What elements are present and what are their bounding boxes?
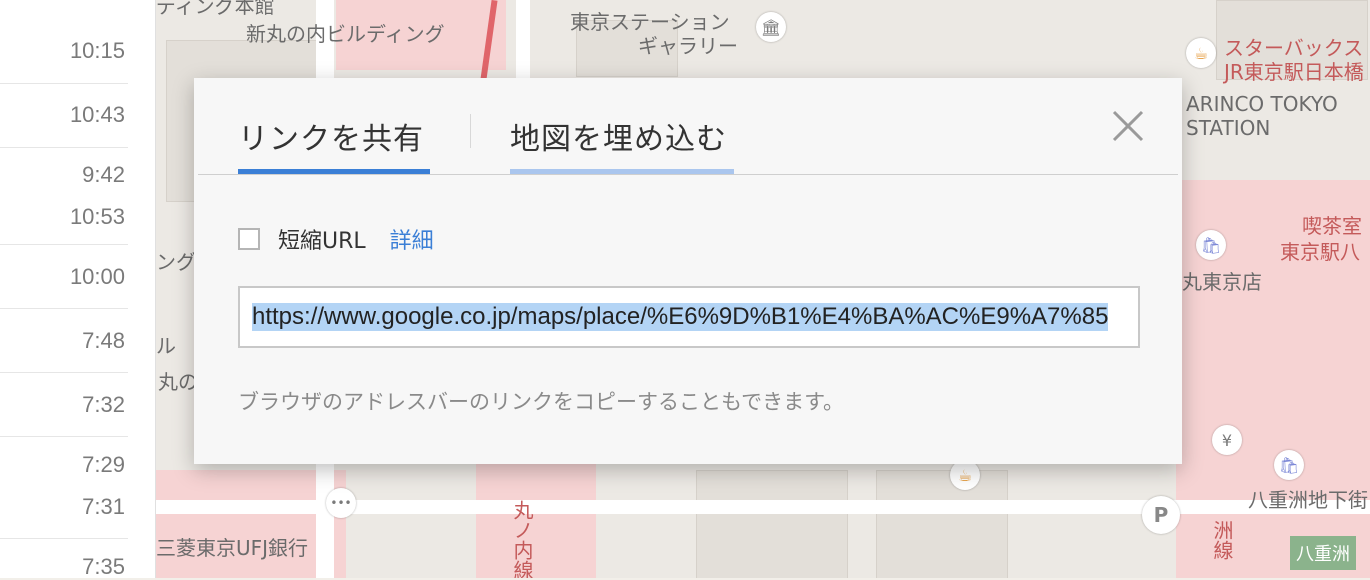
short-url-checkbox[interactable] — [238, 228, 260, 250]
map-label: ディング本館 — [156, 0, 275, 18]
tab-divider — [470, 114, 471, 148]
shopping-bag-icon[interactable]: 🛍 — [1274, 450, 1304, 480]
cafe-icon[interactable]: ☕ — [950, 460, 980, 490]
cafe-icon[interactable]: ☕ — [1186, 38, 1216, 68]
divider — [0, 147, 128, 148]
divider — [0, 436, 128, 437]
share-url-field[interactable]: https://www.google.co.jp/maps/place/%E6%… — [238, 286, 1140, 348]
time-entry: 7:29 — [82, 452, 125, 477]
header-divider — [198, 174, 1178, 175]
road — [516, 0, 530, 80]
map-label: JR東京駅日本橋 — [1224, 60, 1364, 84]
divider — [0, 372, 128, 373]
time-entry: 7:32 — [82, 392, 125, 417]
time-entry: 10:00 — [69, 264, 125, 289]
time-entry: 10:43 — [69, 102, 125, 127]
timeline-panel: 10:15 10:43 9:42 10:53 10:00 7:48 7:32 7… — [0, 0, 156, 579]
time-entry: 7:48 — [82, 328, 125, 353]
map-label: ング — [156, 250, 196, 274]
museum-icon[interactable]: 🏛 — [756, 12, 786, 42]
map-label: 八重洲地下街 — [1248, 488, 1368, 512]
time-entry: 10:53 — [69, 204, 125, 229]
time-entry: 10:15 — [69, 38, 125, 63]
map-label: 新丸の内ビルディング — [246, 22, 445, 46]
time-entry: 7:31 — [82, 494, 125, 519]
close-icon — [1112, 110, 1144, 142]
map-label: 三菱東京UFJ銀行 — [156, 536, 309, 560]
building-block — [696, 470, 848, 578]
parking-icon[interactable]: P — [1142, 496, 1180, 534]
shopping-bag-icon[interactable]: 🛍 — [1196, 230, 1226, 260]
close-button[interactable] — [1106, 104, 1150, 148]
map-label: 丸ノ内線 — [510, 500, 534, 578]
yen-icon[interactable]: ¥ — [1212, 425, 1242, 455]
time-entry: 7:35 — [82, 554, 125, 579]
map-label: ARINCO TOKYO — [1186, 92, 1338, 116]
divider — [0, 83, 128, 84]
map-label: ギャラリー — [638, 34, 738, 58]
details-link[interactable]: 詳細 — [390, 223, 434, 255]
traffic-light-icon: ••• — [326, 488, 356, 518]
map-label: 喫茶室 — [1302, 214, 1362, 238]
divider — [0, 244, 128, 245]
station-badge: 八重洲 — [1290, 536, 1356, 570]
time-entry: 9:42 — [82, 162, 125, 187]
map-label: 丸東京店 — [1182, 270, 1262, 294]
short-url-row: 短縮URL 詳細 — [238, 224, 434, 254]
divider — [0, 538, 128, 539]
building-block — [876, 470, 1008, 578]
divider — [0, 308, 128, 309]
map-label: 東京駅八 — [1280, 240, 1360, 264]
map-label: 丸の — [158, 370, 198, 394]
short-url-label: 短縮URL — [278, 229, 366, 254]
map-label: STATION — [1186, 116, 1271, 140]
map-label: 洲線 — [1210, 520, 1234, 560]
copy-hint: ブラウザのアドレスバーのリンクをコピーすることもできます。 — [238, 390, 845, 414]
share-dialog: リンクを共有 地図を埋め込む 短縮URL 詳細 https://www.goog… — [194, 78, 1182, 464]
map-label: ル — [156, 334, 176, 358]
share-url-value[interactable]: https://www.google.co.jp/maps/place/%E6%… — [252, 303, 1109, 331]
tab-embed-map[interactable]: 地図を埋め込む — [510, 114, 727, 158]
tab-share-link[interactable]: リンクを共有 — [238, 114, 424, 158]
